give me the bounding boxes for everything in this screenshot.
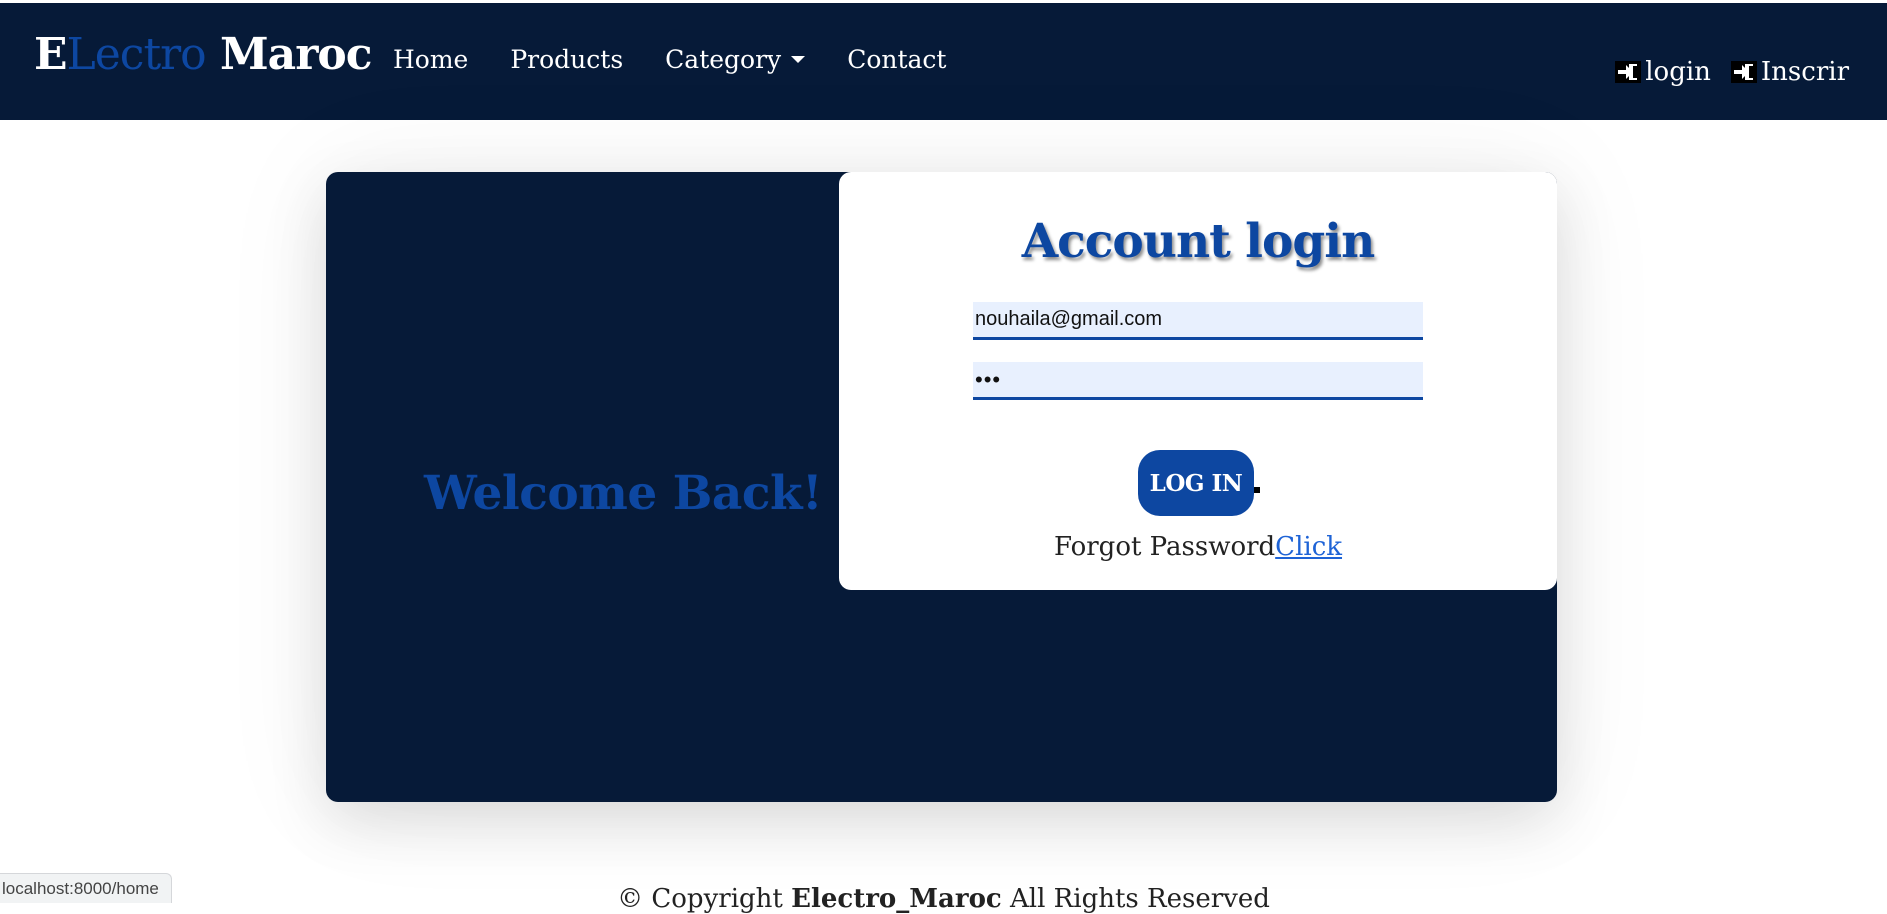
forgot-password-row: Forgot PasswordClick	[839, 532, 1557, 562]
nav-home-link[interactable]: Home	[393, 45, 468, 74]
sign-in-icon	[1615, 61, 1642, 83]
register-link[interactable]: Inscrir	[1730, 57, 1849, 87]
password-field[interactable]	[973, 362, 1423, 400]
login-label: login	[1645, 57, 1711, 87]
nav-contact-link[interactable]: Contact	[847, 45, 946, 74]
login-title: Account login	[1021, 214, 1376, 269]
nav-category-label: Category	[665, 45, 782, 74]
auth-links: login Inscrir	[1615, 57, 1849, 87]
chevron-down-icon	[791, 56, 806, 63]
forgot-password-link[interactable]: Click	[1275, 532, 1342, 562]
register-label: Inscrir	[1760, 57, 1849, 87]
login-panel: Account login LOG IN Forgot PasswordClic…	[839, 172, 1557, 590]
nav-menu: Home Products Category Contact	[393, 45, 946, 74]
login-button[interactable]: LOG IN	[1138, 450, 1254, 516]
brand-rest-text: Maroc	[205, 29, 373, 80]
brand-logo[interactable]: ELectro Maroc	[34, 29, 373, 80]
footer-copyright: © Copyright Electro_Maroc All Rights Res…	[0, 884, 1887, 914]
forgot-password-text: Forgot Password	[1053, 532, 1276, 562]
footer-suffix: All Rights Reserved	[1001, 884, 1270, 914]
footer-prefix: © Copyright	[617, 884, 792, 914]
status-bar-url: localhost:8000/home	[0, 873, 172, 903]
button-dot-artifact	[1254, 487, 1260, 493]
brand-accent-text: Lectro	[66, 29, 207, 80]
login-link[interactable]: login	[1615, 57, 1711, 87]
navbar: ELectro Maroc Home Products Category Con…	[0, 3, 1887, 120]
welcome-heading: Welcome Back!	[424, 466, 823, 521]
email-field[interactable]	[973, 302, 1423, 340]
sign-in-icon	[1730, 61, 1757, 83]
footer-brand: Electro_Maroc	[791, 884, 1002, 914]
nav-category-dropdown[interactable]: Category	[665, 45, 806, 74]
nav-products-link[interactable]: Products	[510, 45, 623, 74]
brand-first-letter: E	[34, 29, 68, 80]
